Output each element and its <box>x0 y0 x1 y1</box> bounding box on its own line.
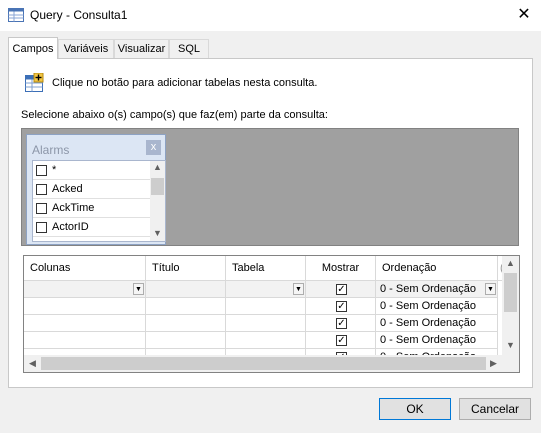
field-row-partial <box>33 237 150 242</box>
select-fields-label: Selecione abaixo o(s) campo(s) que faz(e… <box>21 109 328 121</box>
cell-tabela[interactable] <box>226 332 306 349</box>
sort-order-value: 0 - Sem Ordenação <box>380 283 476 295</box>
table-field-scrollbar[interactable]: ▲ ▼ <box>150 161 165 241</box>
scroll-up-icon[interactable]: ▲ <box>150 162 165 172</box>
tab-visualizar[interactable]: Visualizar <box>114 39 169 58</box>
field-checkbox[interactable] <box>36 203 47 214</box>
sort-order-value: 0 - Sem Ordenação <box>380 334 476 346</box>
scroll-thumb[interactable] <box>504 273 517 312</box>
fields-grid: Colunas Título Tabela Mostrar Ordenação … <box>23 255 520 373</box>
scroll-thumb[interactable] <box>41 357 486 370</box>
cell-mostrar[interactable]: ✓ <box>306 298 376 315</box>
cell-titulo[interactable] <box>146 298 226 315</box>
cell-mostrar[interactable]: ✓ <box>306 332 376 349</box>
cell-tabela[interactable] <box>226 298 306 315</box>
window-title: Query - Consulta1 <box>30 8 128 22</box>
column-header-titulo: Título <box>146 256 226 281</box>
show-checkbox[interactable]: ✓ <box>336 284 347 295</box>
close-icon[interactable]: ✕ <box>513 4 535 26</box>
field-label: AckTime <box>52 202 95 214</box>
tab-sql[interactable]: SQL <box>169 39 209 58</box>
field-row-all[interactable]: * <box>33 161 150 180</box>
field-checkbox[interactable] <box>36 241 47 242</box>
cell-ordenacao[interactable]: 0 - Sem Ordenação <box>376 298 498 315</box>
grid-vertical-scrollbar[interactable]: ▲ ▼ <box>502 256 519 355</box>
cell-titulo[interactable] <box>146 281 226 298</box>
table-window-icon <box>8 8 24 22</box>
column-header-colunas: Colunas <box>24 256 146 281</box>
cell-ordenacao[interactable]: 0 - Sem Ordenação ▼ <box>376 281 498 298</box>
column-header-tabela: Tabela <box>226 256 306 281</box>
field-label: Acked <box>52 183 83 195</box>
cancel-button[interactable]: Cancelar <box>459 398 531 420</box>
column-header-mostrar: Mostrar <box>306 256 376 281</box>
scroll-down-icon[interactable]: ▼ <box>150 228 165 238</box>
column-header-ordenacao: Ordenação <box>376 256 498 281</box>
cell-tabela[interactable] <box>226 315 306 332</box>
show-checkbox[interactable]: ✓ <box>336 335 347 346</box>
tab-campos[interactable]: Campos <box>8 37 58 59</box>
grid-horizontal-scrollbar[interactable]: ◀ ▶ <box>24 355 502 372</box>
cell-colunas[interactable] <box>24 298 146 315</box>
add-table-icon[interactable] <box>24 72 44 93</box>
sort-order-value: 0 - Sem Ordenação <box>380 317 476 329</box>
cell-titulo[interactable] <box>146 315 226 332</box>
scroll-left-icon[interactable]: ◀ <box>25 358 40 369</box>
scroll-down-icon[interactable]: ▼ <box>503 340 518 350</box>
table-field-list: * Acked AckTime ActorID ▲ ▼ <box>32 160 166 242</box>
show-checkbox[interactable]: ✓ <box>336 318 347 329</box>
cell-mostrar[interactable]: ✓ <box>306 315 376 332</box>
dropdown-arrow-icon[interactable]: ▼ <box>133 283 144 295</box>
scroll-thumb[interactable] <box>151 178 164 195</box>
scrollbar-corner <box>502 355 519 372</box>
field-checkbox[interactable] <box>36 165 47 176</box>
cell-colunas[interactable] <box>24 332 146 349</box>
field-row-actorid[interactable]: ActorID <box>33 218 150 237</box>
tab-variaveis[interactable]: Variáveis <box>58 39 114 58</box>
cell-tabela[interactable]: ▼ <box>226 281 306 298</box>
scroll-up-icon[interactable]: ▲ <box>503 258 518 268</box>
hint-text: Clique no botão para adicionar tabelas n… <box>52 77 318 89</box>
field-row-acked[interactable]: Acked <box>33 180 150 199</box>
field-checkbox[interactable] <box>36 222 47 233</box>
table-box-close-icon[interactable]: x <box>146 140 161 155</box>
cell-mostrar[interactable]: ✓ <box>306 281 376 298</box>
table-box-title: Alarms <box>32 143 70 157</box>
cell-colunas[interactable] <box>24 315 146 332</box>
field-label: ActorID <box>52 221 89 233</box>
show-checkbox[interactable]: ✓ <box>336 301 347 312</box>
cell-ordenacao[interactable]: 0 - Sem Ordenação <box>376 315 498 332</box>
scroll-right-icon[interactable]: ▶ <box>486 358 501 369</box>
dropdown-arrow-icon[interactable]: ▼ <box>485 283 496 295</box>
field-label: * <box>52 164 57 176</box>
cell-ordenacao[interactable]: 0 - Sem Ordenação <box>376 332 498 349</box>
sort-order-value: 0 - Sem Ordenação <box>380 300 476 312</box>
ok-button[interactable]: OK <box>379 398 451 420</box>
field-checkbox[interactable] <box>36 184 47 195</box>
field-row-acktime[interactable]: AckTime <box>33 199 150 218</box>
dropdown-arrow-icon[interactable]: ▼ <box>293 283 304 295</box>
cell-colunas[interactable]: ▼ <box>24 281 146 298</box>
cell-titulo[interactable] <box>146 332 226 349</box>
